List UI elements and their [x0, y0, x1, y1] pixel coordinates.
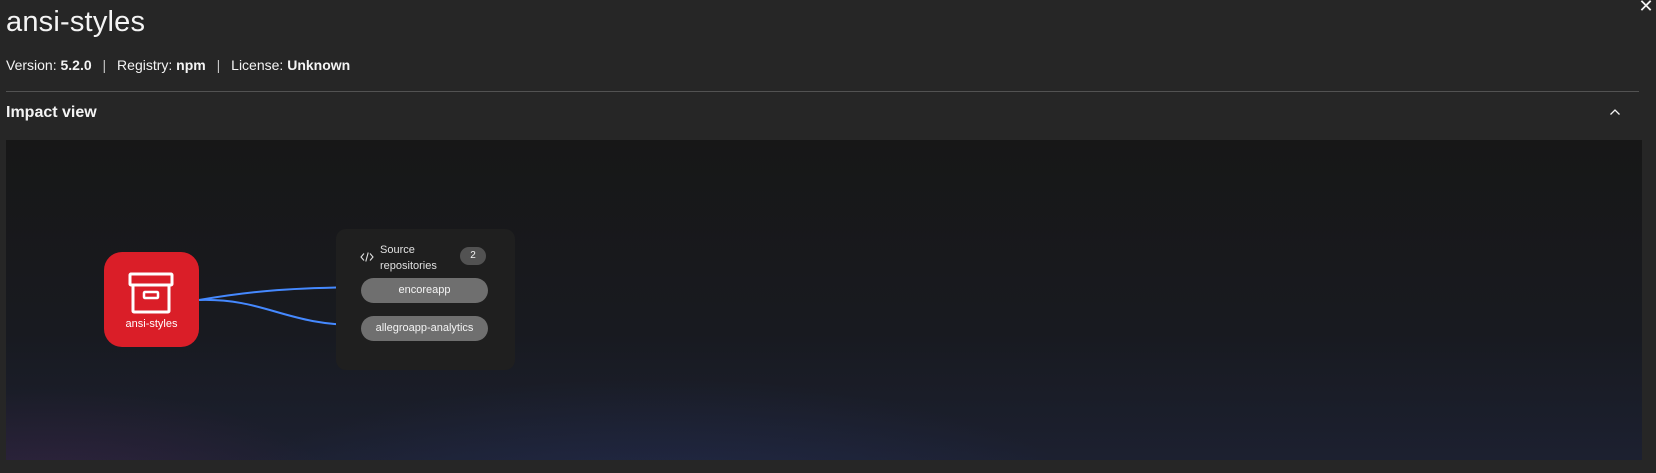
source-repositories-group: Source repositories 2 encoreapp allegroa…: [336, 229, 515, 370]
meta-separator: |: [216, 57, 221, 73]
group-title: Source repositories: [380, 244, 437, 272]
impact-view-accordion-header[interactable]: Impact view: [0, 92, 1640, 139]
repository-node-allegroapp-analytics[interactable]: allegroapp-analytics: [361, 316, 488, 341]
page-title: ansi-styles: [6, 6, 146, 38]
code-icon: [360, 252, 374, 262]
version-value: 5.2.0: [60, 57, 92, 73]
package-details-panel: ansi-styles ✕ Version: 5.2.0 | Registry:…: [0, 0, 1656, 473]
package-node-label: ansi-styles: [125, 318, 178, 330]
package-node[interactable]: ansi-styles: [104, 252, 199, 347]
registry-value: npm: [176, 57, 206, 73]
graph-edges: [198, 282, 365, 330]
close-icon: ✕: [1638, 0, 1654, 16]
registry-label: Registry:: [117, 57, 173, 73]
repository-node-encoreapp[interactable]: encoreapp: [361, 278, 488, 303]
version-label: Version:: [6, 57, 57, 73]
archive-box-icon: [128, 272, 174, 314]
impact-graph-canvas[interactable]: ansi-styles Source repositories 2 encore…: [6, 140, 1642, 460]
close-button[interactable]: ✕: [1636, 0, 1656, 16]
section-title: Impact view: [6, 104, 97, 121]
package-metadata: Version: 5.2.0 | Registry: npm | License…: [6, 57, 350, 73]
chevron-up-icon[interactable]: [1607, 104, 1623, 120]
count-badge: 2: [460, 247, 486, 265]
license-value: Unknown: [287, 57, 351, 73]
meta-separator: |: [102, 57, 107, 73]
license-label: License:: [231, 57, 284, 73]
